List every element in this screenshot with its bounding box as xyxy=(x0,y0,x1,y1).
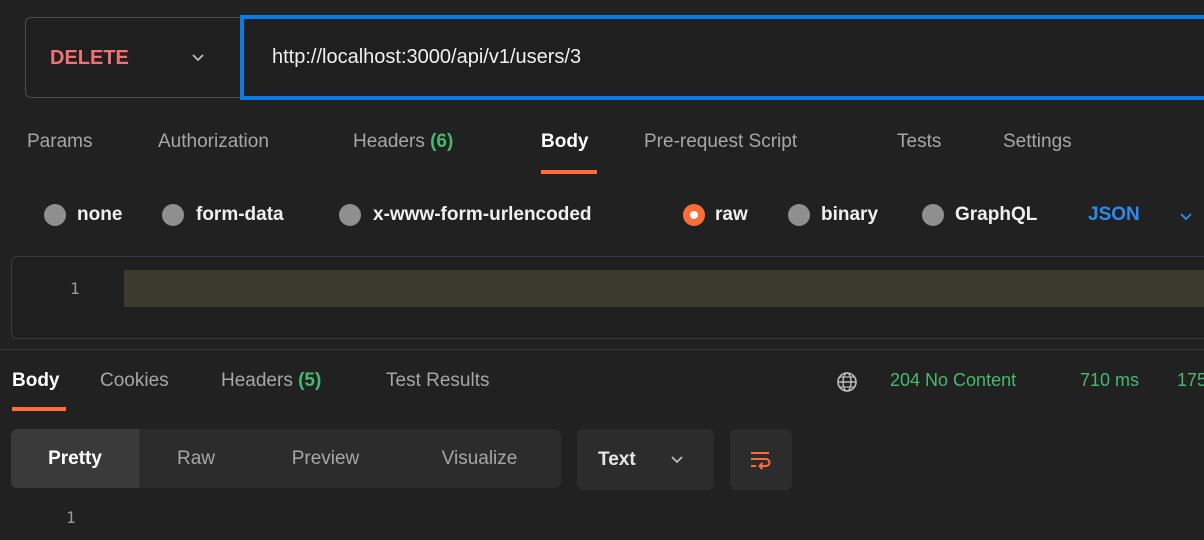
radio-raw[interactable] xyxy=(683,204,705,226)
radio-binary[interactable] xyxy=(788,204,810,226)
radio-urlencoded-label[interactable]: x-www-form-urlencoded xyxy=(373,204,592,226)
tab-settings[interactable]: Settings xyxy=(1003,131,1072,153)
editor-active-line[interactable] xyxy=(124,270,1204,307)
globe-icon[interactable] xyxy=(836,371,858,393)
url-input[interactable]: http://localhost:3000/api/v1/users/3 xyxy=(240,15,1204,100)
method-select[interactable]: DELETE xyxy=(25,17,240,98)
radio-raw-label[interactable]: raw xyxy=(715,204,748,226)
tab-pre-request-script[interactable]: Pre-request Script xyxy=(644,131,797,153)
radio-form-data-label[interactable]: form-data xyxy=(196,204,284,226)
method-label: DELETE xyxy=(50,47,129,69)
response-format-select[interactable]: Text xyxy=(577,429,714,490)
body-type-options: none form-data x-www-form-urlencoded raw… xyxy=(0,200,1204,230)
radio-form-data[interactable] xyxy=(162,204,184,226)
radio-none[interactable] xyxy=(44,204,66,226)
wrap-lines-icon xyxy=(751,452,771,470)
radio-binary-label[interactable]: binary xyxy=(821,204,878,226)
active-tab-indicator xyxy=(541,170,597,174)
view-raw[interactable]: Raw xyxy=(139,429,253,488)
radio-none-label[interactable]: none xyxy=(77,204,122,226)
tab-body[interactable]: Body xyxy=(541,131,589,153)
headers-count-badge: (6) xyxy=(430,131,454,152)
view-pretty[interactable]: Pretty xyxy=(11,429,139,488)
response-tab-body[interactable]: Body xyxy=(12,370,60,392)
chevron-down-icon xyxy=(671,456,683,464)
tab-headers-label: Headers xyxy=(353,131,425,152)
response-tab-headers[interactable]: Headers (5) xyxy=(221,370,321,392)
chevron-down-icon[interactable] xyxy=(1178,210,1194,224)
radio-graphql[interactable] xyxy=(922,204,944,226)
response-active-tab-indicator xyxy=(12,407,66,411)
response-format-label: Text xyxy=(598,449,636,470)
url-text: http://localhost:3000/api/v1/users/3 xyxy=(272,46,582,68)
panel-divider[interactable] xyxy=(0,349,1204,350)
view-preview[interactable]: Preview xyxy=(253,429,398,488)
request-body-editor[interactable]: 1 xyxy=(11,256,1204,339)
language-select[interactable]: JSON xyxy=(1088,204,1140,226)
response-time[interactable]: 710 ms xyxy=(1080,370,1139,391)
response-line-number: 1 xyxy=(66,508,76,527)
response-status[interactable]: 204 No Content xyxy=(890,370,1016,391)
editor-line-number: 1 xyxy=(70,279,80,298)
tab-tests[interactable]: Tests xyxy=(897,131,941,153)
radio-urlencoded[interactable] xyxy=(339,204,361,226)
tab-headers[interactable]: Headers (6) xyxy=(353,131,453,153)
language-label: JSON xyxy=(1088,204,1140,225)
wrap-lines-button[interactable] xyxy=(730,429,792,490)
tab-authorization[interactable]: Authorization xyxy=(158,131,269,153)
tab-params[interactable]: Params xyxy=(27,131,92,153)
response-headers-count-badge: (5) xyxy=(298,370,322,391)
chevron-down-icon xyxy=(192,54,204,62)
response-tab-cookies[interactable]: Cookies xyxy=(100,370,169,392)
response-size[interactable]: 175 xyxy=(1177,370,1204,391)
view-visualize[interactable]: Visualize xyxy=(398,429,561,488)
radio-graphql-label[interactable]: GraphQL xyxy=(955,204,1037,226)
response-tab-headers-label: Headers xyxy=(221,370,293,391)
response-tab-test-results[interactable]: Test Results xyxy=(386,370,489,392)
